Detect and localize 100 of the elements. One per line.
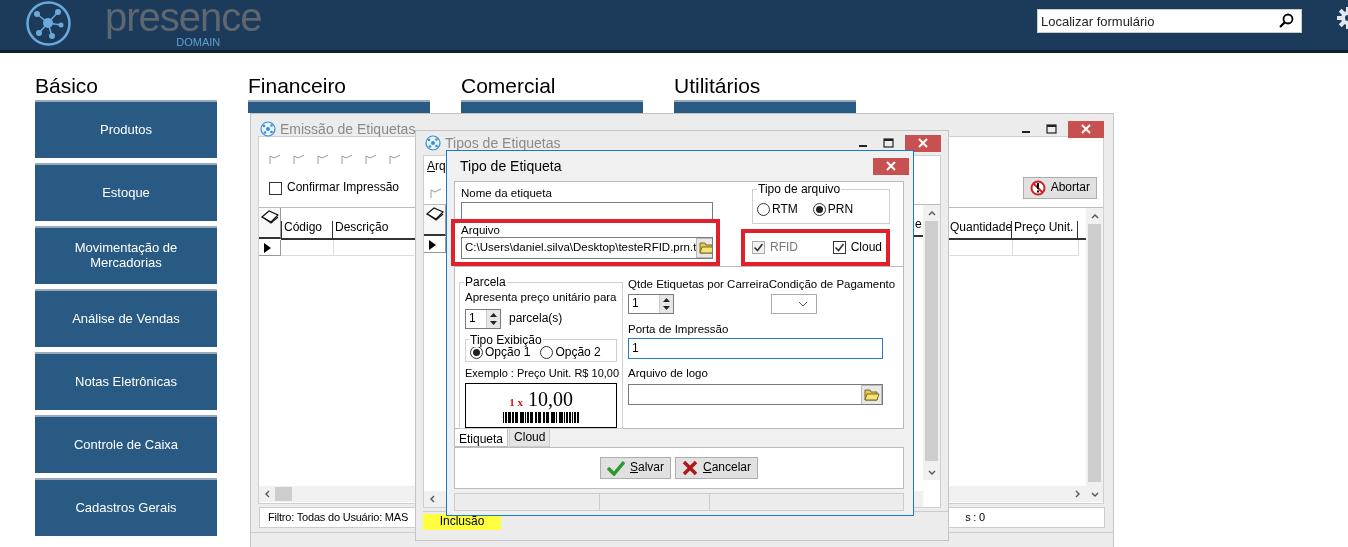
scroll-up-icon[interactable] [927,209,936,217]
minimize-icon [1022,131,1030,133]
input-field[interactable] [461,202,713,222]
browse-button[interactable] [696,238,712,258]
radio-button[interactable] [757,203,770,216]
group-label: Parcela [464,275,507,289]
radio-label: Opção 1 [485,346,531,360]
menu-tile[interactable]: Notas Eletrônicas [35,352,217,410]
menu-tile[interactable] [674,100,856,113]
search-icon[interactable] [1279,13,1294,28]
maximize-icon [1045,124,1057,134]
radio-label: Opção 2 [555,346,601,360]
radio-label: PRN [827,202,854,217]
spin-button[interactable] [486,310,500,328]
radio-label: RTM [772,202,798,217]
column-header[interactable]: Código [281,221,333,238]
scroll-left-icon[interactable] [263,490,271,498]
scroll-thumb[interactable] [275,487,292,501]
tick-icon [753,242,764,253]
menu-tile[interactable]: Análise de Vendas [35,289,217,347]
menu-tile[interactable]: Controle de Caixa [35,415,217,473]
spin-field[interactable]: 1 [628,294,674,314]
menu-tile[interactable]: Produtos [35,100,217,158]
scroll-down-icon[interactable] [927,468,936,476]
menu-tile[interactable]: Movimentação de Mercadorias [35,226,217,284]
logo-text: presence [105,0,262,37]
field-label: Qtde Etiquetas por Carreira [628,277,769,291]
column-header[interactable]: Preço Unit. [1012,221,1078,238]
up-down-arrows-icon [662,297,671,311]
menu-tile[interactable]: Cadastros Gerais [35,478,217,536]
checkbox-label: Cloud [850,240,882,255]
section-heading: Utilitários [674,73,762,99]
scroll-thumb[interactable] [925,221,938,461]
close-button[interactable] [1068,120,1104,138]
example-text: Exemplo : Preço Unit. R$ 10,00 [465,366,617,380]
app-icon [260,121,276,137]
scroll-left-icon[interactable] [428,495,436,503]
table-cell [1013,240,1079,256]
scroll-down-icon[interactable] [1090,490,1099,498]
scroll-right-icon[interactable] [1074,490,1082,498]
scroll-thumb[interactable] [1088,224,1101,482]
no-entry-icon [1029,180,1046,196]
tab[interactable]: Cloud [509,429,551,447]
radio-button[interactable] [812,203,826,216]
input-field[interactable]: 1 [628,338,883,359]
search-field[interactable]: Localizar formulário [1037,9,1302,33]
chevron-down-icon [797,301,808,307]
app-icon [425,135,441,151]
field-label: Porta de Impressão [628,322,730,336]
close-button[interactable] [873,157,909,175]
radio-button[interactable] [540,346,554,360]
checkbox-label: RFID [770,240,798,255]
field-label: parcela(s) [509,312,563,326]
checkbox[interactable] [269,181,282,195]
checkbox-label: Confirmar Impressão [287,181,400,195]
field-value: C:\Users\daniel.silva\Desktop\testeRFID.prn.t [465,241,697,255]
scroll-up-icon[interactable] [1090,212,1099,220]
maximize-icon [882,138,894,148]
scrollbar[interactable] [1086,208,1103,502]
cross-icon [682,460,698,476]
input-field[interactable] [628,384,883,405]
column-header[interactable]: Quantidade [948,221,1012,238]
menu-tile[interactable] [461,100,643,113]
menu-tile[interactable]: Estoque [35,163,217,221]
record-count: s : 0 [965,511,985,524]
menu-tile[interactable] [248,100,430,113]
input-field[interactable]: C:\Users\daniel.silva\Desktop\testeRFID.prn.t [461,237,713,259]
field-label: Apresenta preço unitário para [465,290,617,304]
group-label: Tipo Exibição [469,333,543,347]
cancel-button[interactable]: Cancelar [675,457,759,479]
field-label: Arquivo de logo [628,366,709,380]
folder-icon [863,387,880,402]
group-label: Tipo de arquivo [757,182,842,196]
field-value: 1 [632,297,639,311]
field-value: 1 [469,312,476,326]
field-label: Nome da etiqueta [461,186,553,200]
barcode-icon [503,411,579,423]
row-pointer-icon [429,239,436,250]
logo-subtext: DOMAIN [176,36,221,48]
checkbox[interactable] [832,241,846,254]
tab[interactable]: Etiqueta [454,429,509,447]
browse-button[interactable] [861,385,882,404]
save-button[interactable]: Salvar [599,457,671,479]
status-mode: Inclusão [423,514,501,530]
abort-button[interactable]: Abortar [1022,177,1097,199]
field-label: Arquivo [461,223,501,237]
up-down-arrows-icon [489,312,498,326]
quantity-text: 1 x [509,395,523,409]
close-button[interactable] [905,134,941,152]
check-icon [606,460,625,476]
spin-button[interactable] [659,295,673,313]
scrollbar[interactable] [923,205,940,480]
section-heading: Financeiro [248,73,348,99]
close-icon [1081,124,1091,134]
spin-field[interactable]: 1 [465,309,501,329]
section-heading: Básico [35,73,100,99]
logo-icon [25,0,72,47]
section-heading: Comercial [461,73,557,99]
close-icon [886,161,896,171]
menu-item[interactable]: Arq [427,160,446,174]
